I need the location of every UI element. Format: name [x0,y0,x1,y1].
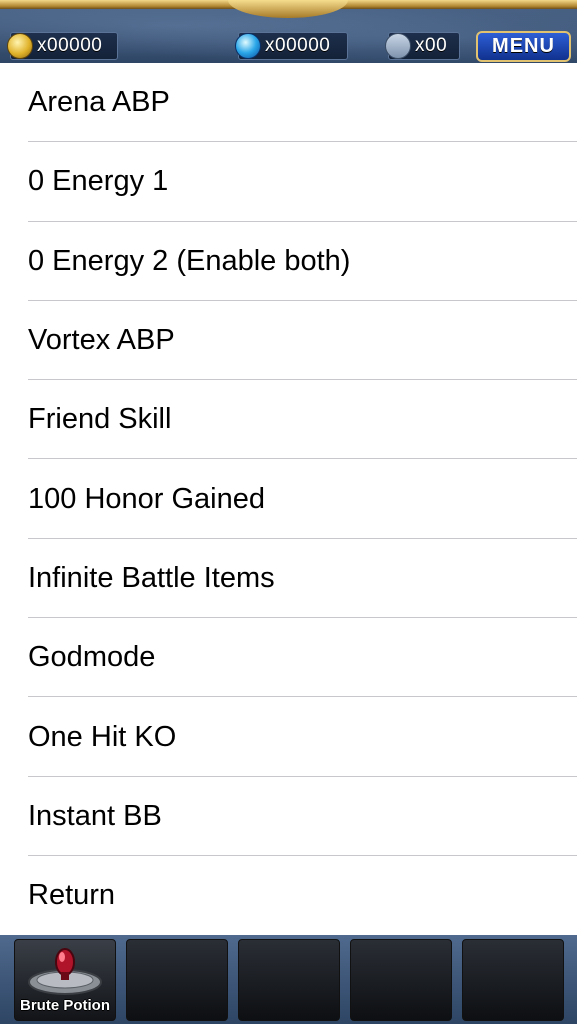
gem-icon [235,33,261,59]
gold-value: x00000 [37,35,103,56]
gold-counter: x00000 [7,32,118,60]
list-item-instant-bb[interactable]: Instant BB [0,777,577,857]
list-item-label: 100 Honor Gained [28,482,265,515]
list-item-honor-gained[interactable]: 100 Honor Gained [0,459,577,540]
list-item-vortex-abp[interactable]: Vortex ABP [0,301,577,381]
list-item-infinite-battle-items[interactable]: Infinite Battle Items [0,539,577,619]
bottom-item-bar: Brute Potion [0,935,577,1024]
list-item-label: 0 Energy 1 [28,165,169,198]
item-slot-1[interactable]: Brute Potion [14,939,116,1021]
gem-value: x00000 [265,35,331,56]
list-item-label: Infinite Battle Items [28,561,275,594]
list-item-zero-energy-1[interactable]: 0 Energy 1 [0,142,577,222]
item-slot-2[interactable] [126,939,228,1021]
top-hud: x00000 x00000 x00 MENU [0,0,577,64]
list-item-friend-skill[interactable]: Friend Skill [0,380,577,460]
list-item-return[interactable]: Return [0,856,577,935]
slot-label: Brute Potion [20,997,110,1014]
list-item-label: One Hit KO [28,720,177,753]
item-box-icon [385,33,411,59]
item-slot-3[interactable] [238,939,340,1021]
list-item-label: Arena ABP [28,86,170,119]
item-slot-5[interactable] [462,939,564,1021]
list-item-one-hit-ko[interactable]: One Hit KO [0,697,577,777]
item-slot-4[interactable] [350,939,452,1021]
potion-icon [28,948,102,995]
menu-button[interactable]: MENU [476,31,571,62]
list-item-godmode[interactable]: Godmode [0,618,577,698]
list-item-label: Return [28,879,116,912]
list-item-label: Friend Skill [28,403,172,436]
list-item-label: Godmode [28,641,156,674]
item-value: x00 [415,35,448,56]
ornament-crest [228,0,348,18]
list-item-label: Instant BB [28,799,162,832]
list-item-zero-energy-2[interactable]: 0 Energy 2 (Enable both) [0,222,577,302]
item-counter: x00 [385,32,460,60]
list-item-label: 0 Energy 2 (Enable both) [28,244,351,277]
list-item-label: Vortex ABP [28,324,175,357]
list-item-arena-abp[interactable]: Arena ABP [0,63,577,143]
gem-counter: x00000 [235,32,348,60]
options-list: Arena ABP 0 Energy 1 0 Energy 2 (Enable … [0,63,577,935]
gold-coin-icon [7,33,33,59]
